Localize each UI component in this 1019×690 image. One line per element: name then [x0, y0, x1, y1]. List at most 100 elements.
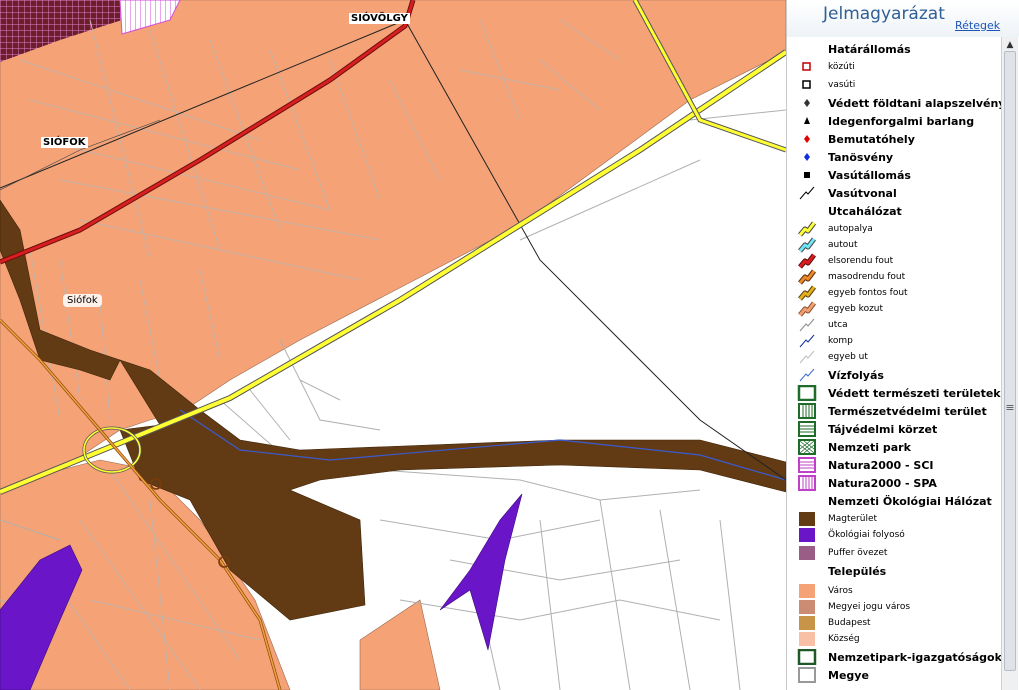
hollow-square-black-icon: [797, 77, 817, 93]
legend-item: Vasútvonal: [787, 185, 1001, 201]
legend-item: Határállomás: [787, 41, 1001, 57]
legend-item-label: Idegenforgalmi barlang: [828, 115, 975, 128]
legend-item-label: komp: [828, 336, 853, 346]
box-green-icon: [797, 384, 817, 402]
layers-link[interactable]: Rétegek: [955, 19, 1000, 32]
legend-item: Nemzeti park: [787, 439, 1001, 455]
legend-item-label: masodrendu fout: [828, 272, 906, 282]
triangle-black-icon: [797, 113, 817, 129]
scroll-up-arrow-icon[interactable]: ▲: [1003, 38, 1017, 52]
hollow-square-red-icon: [797, 59, 817, 75]
legend-item: egyeb kozut: [787, 301, 1001, 317]
legend-item-label: Védett természeti területek: [828, 387, 1001, 400]
legend-item: Magterület: [787, 511, 1001, 527]
map-canvas[interactable]: SIÓFOK SIÓVÖLGY Siófok: [0, 0, 786, 690]
legend-list: Határállomás közúti vasúti Védett földtani …: [787, 37, 1001, 690]
legend-item-label: Város: [828, 586, 853, 596]
line-black-icon: [797, 185, 817, 201]
legend-item: Védett földtani alapszelvény: [787, 95, 1001, 111]
legend-item: Megyei jogu város: [787, 599, 1001, 615]
legend-item-label: Határállomás: [828, 43, 911, 56]
legend-item: vasúti: [787, 77, 1001, 93]
square-black-icon: [797, 167, 817, 183]
station-label-siovolgy: SIÓVÖLGY: [349, 13, 410, 24]
legend-item: Budapest: [787, 615, 1001, 631]
road-cyan-icon: [797, 237, 817, 253]
legend-item-label: Település: [828, 565, 887, 578]
legend-item: Puffer övezet: [787, 545, 1001, 561]
legend-item: Vasútállomás: [787, 167, 1001, 183]
settlement-area-southeast: [359, 599, 441, 690]
legend-item: egyeb ut: [787, 349, 1001, 365]
line-water-icon: [797, 367, 817, 383]
legend-item: Nemzeti Ökológiai Hálózat: [787, 493, 1001, 509]
legend-item-label: Tájvédelmi körzet: [828, 423, 938, 436]
legend-item: Tanösvény: [787, 149, 1001, 165]
legend-spacer: [797, 203, 817, 219]
legend-item-label: Nemzeti park: [828, 441, 911, 454]
map-graphics: [0, 0, 786, 690]
fill-mauve-icon: [797, 545, 817, 561]
legend-item: Város: [787, 583, 1001, 599]
legend-item-label: közúti: [828, 62, 855, 72]
legend-item-label: Vízfolyás: [828, 369, 884, 382]
legend-item: Vízfolyás: [787, 367, 1001, 383]
box-green-hlines-icon: [797, 421, 817, 437]
line-grey-icon: [797, 317, 817, 333]
legend-item: Bemutatóhely: [787, 131, 1001, 147]
legend-item-label: Megye: [828, 669, 869, 682]
legend-item: egyeb fontos fout: [787, 285, 1001, 301]
legend-item-label: Természetvédelmi terület: [828, 405, 987, 418]
town-label-siofok: Siófok: [63, 294, 102, 307]
legend-item-label: egyeb kozut: [828, 304, 884, 314]
legend-item-label: Puffer övezet: [828, 548, 888, 558]
legend-item: Nemzetipark-igazgatóságok: [787, 648, 1001, 666]
legend-item-label: Vasútvonal: [828, 187, 897, 200]
legend-title: Jelmagyarázat: [823, 4, 945, 24]
fill-salmon-icon: [797, 583, 817, 599]
legend-item: autout: [787, 237, 1001, 253]
legend-item: Védett természeti területek: [787, 384, 1001, 402]
road-salmon-icon: [797, 301, 817, 317]
legend-item-label: Budapest: [828, 618, 871, 628]
legend-item: Település: [787, 563, 1001, 579]
fill-rosybrown-icon: [797, 599, 817, 615]
box-green-cross-icon: [797, 439, 817, 455]
box-magenta-vlines-icon: [797, 475, 817, 491]
legend-item-label: Natura2000 - SCI: [828, 459, 934, 472]
line-blue-icon: [797, 333, 817, 349]
diamond-blue-icon: [797, 149, 817, 165]
legend-item-label: Magterület: [828, 514, 878, 524]
legend-item-label: egyeb ut: [828, 352, 868, 362]
legend-item-label: autopalya: [828, 224, 873, 234]
road-yellow-icon: [797, 221, 817, 237]
outline-grey-icon: [797, 667, 817, 683]
legend-panel: Jelmagyarázat Rétegek Határállomás közúti…: [786, 0, 1019, 690]
legend-item: Natura2000 - SPA: [787, 475, 1001, 491]
legend-spacer: [797, 493, 817, 509]
legend-item: Község: [787, 631, 1001, 647]
line-lightgrey-icon: [797, 349, 817, 365]
legend-item-label: Tanösvény: [828, 151, 894, 164]
legend-item-label: Ökológiai folyosó: [828, 530, 905, 540]
legend-item-label: Község: [828, 634, 860, 644]
scroll-thumb[interactable]: [1004, 51, 1016, 671]
legend-item: Természetvédelmi terület: [787, 403, 1001, 419]
legend-scrollbar[interactable]: ▲ ≡: [1001, 37, 1018, 690]
legend-item-label: Utcahálózat: [828, 205, 902, 218]
corridor: [439, 493, 523, 651]
legend-item: Idegenforgalmi barlang: [787, 113, 1001, 129]
legend-item-label: Megyei jogu város: [828, 602, 911, 612]
legend-item: komp: [787, 333, 1001, 349]
fill-tan-icon: [797, 615, 817, 631]
road-orange-icon: [797, 269, 817, 285]
legend-item-label: Nemzeti Ökológiai Hálózat: [828, 495, 992, 508]
fill-brown-icon: [797, 511, 817, 527]
legend-item: Megye: [787, 667, 1001, 683]
legend-item: Utcahálózat: [787, 203, 1001, 219]
legend-item: Natura2000 - SCI: [787, 457, 1001, 473]
legend-item: utca: [787, 317, 1001, 333]
legend-item-label: utca: [828, 320, 848, 330]
road-red-icon: [797, 253, 817, 269]
legend-item-label: Vasútállomás: [828, 169, 911, 182]
